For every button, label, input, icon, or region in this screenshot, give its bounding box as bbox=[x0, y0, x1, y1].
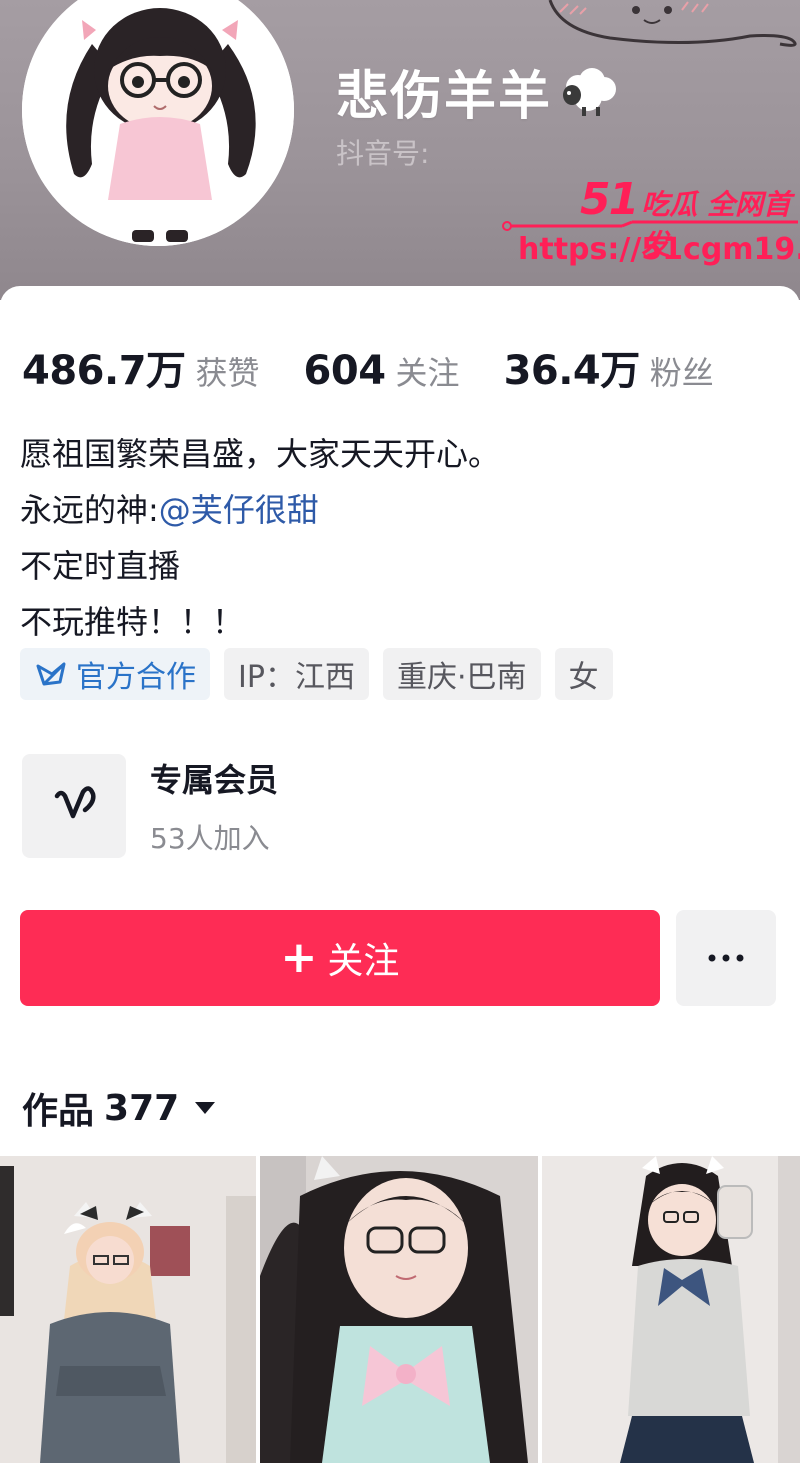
sheep-icon bbox=[563, 67, 617, 116]
anime-girl-avatar-icon bbox=[22, 0, 294, 246]
follow-button[interactable]: + 关注 bbox=[20, 910, 660, 1006]
stats-row: 486.7万 获赞 604 关注 36.4万 粉丝 bbox=[22, 338, 758, 396]
member-icon-box bbox=[22, 754, 126, 858]
watermark-url: https://51cgm19.com bbox=[518, 232, 800, 267]
bio-line: 不定时直播 bbox=[20, 547, 181, 585]
exclusive-member[interactable]: 专属会员 53人加入 bbox=[22, 754, 278, 858]
watermark-circuit-line bbox=[502, 220, 798, 231]
nickname: 悲伤羊羊 bbox=[336, 67, 553, 127]
tag-official-partner[interactable]: 官方合作 bbox=[20, 648, 210, 700]
stat-label: 粉丝 bbox=[649, 354, 714, 392]
caret-down-icon bbox=[195, 1102, 216, 1114]
video-thumbnail[interactable] bbox=[0, 1156, 256, 1463]
profile-header: 悲伤羊羊 抖音号: 51 吃瓜 全网首发 https://51cgm19.com bbox=[0, 0, 800, 300]
stat-value: 604 bbox=[303, 348, 387, 394]
video-thumbnail[interactable] bbox=[542, 1156, 800, 1463]
doodle-cloud-icon bbox=[548, 0, 797, 47]
member-title: 专属会员 bbox=[150, 761, 279, 799]
video-thumbnail-image bbox=[260, 1156, 538, 1463]
plus-icon: + bbox=[280, 932, 318, 983]
tag-gender: 女 bbox=[554, 648, 613, 700]
bio-line: 永远的神:@芙仔很甜 bbox=[20, 482, 500, 538]
stat-likes[interactable]: 486.7万 获赞 bbox=[22, 338, 260, 396]
video-grid bbox=[0, 1156, 800, 1463]
partner-icon bbox=[36, 662, 66, 686]
profile-card: 486.7万 获赞 604 关注 36.4万 粉丝 愿祖国繁荣昌盛，大家天天开心… bbox=[0, 286, 800, 1463]
douyin-id: 抖音号: bbox=[336, 137, 430, 170]
stat-label: 关注 bbox=[395, 354, 460, 392]
stat-value: 36.4万 bbox=[503, 348, 641, 394]
avatar[interactable] bbox=[22, 0, 294, 246]
tags-row: 官方合作 IP：江西 重庆·巴南 女 bbox=[20, 648, 627, 700]
stat-followers[interactable]: 36.4万 粉丝 bbox=[504, 338, 714, 396]
member-text: 专属会员 53人加入 bbox=[150, 755, 278, 857]
bio-line: 不玩推特！！！ bbox=[20, 603, 245, 641]
v-member-icon bbox=[54, 786, 96, 819]
stat-following[interactable]: 604 关注 bbox=[304, 348, 460, 394]
video-thumbnail[interactable] bbox=[260, 1156, 538, 1463]
more-dots-icon bbox=[708, 954, 744, 962]
nickname-row: 悲伤羊羊 bbox=[336, 54, 620, 129]
stat-label: 获赞 bbox=[195, 354, 260, 392]
follow-label: 关注 bbox=[327, 941, 400, 982]
mention-link[interactable]: @芙仔很甜 bbox=[159, 491, 319, 529]
member-subtitle: 53人加入 bbox=[150, 822, 270, 855]
bio-prefix: 永远的神: bbox=[20, 491, 159, 529]
works-tab[interactable]: 作品 377 bbox=[22, 1082, 217, 1134]
tag-ip: IP：江西 bbox=[224, 648, 369, 700]
tag-label: 官方合作 bbox=[76, 660, 196, 695]
bio: 愿祖国繁荣昌盛，大家天天开心。 永远的神:@芙仔很甜 不定时直播 不玩推特！！！ bbox=[20, 426, 500, 650]
video-thumbnail-image bbox=[0, 1156, 256, 1463]
bio-line: 愿祖国繁荣昌盛，大家天天开心。 bbox=[20, 435, 501, 473]
video-thumbnail-image bbox=[542, 1156, 800, 1463]
watermark-number: 51 bbox=[580, 174, 639, 225]
more-button[interactable] bbox=[676, 910, 776, 1006]
tag-location: 重庆·巴南 bbox=[382, 648, 541, 700]
stat-value: 486.7万 bbox=[22, 348, 186, 394]
works-count: 377 bbox=[104, 1087, 180, 1129]
works-label: 作品 bbox=[22, 1091, 95, 1132]
